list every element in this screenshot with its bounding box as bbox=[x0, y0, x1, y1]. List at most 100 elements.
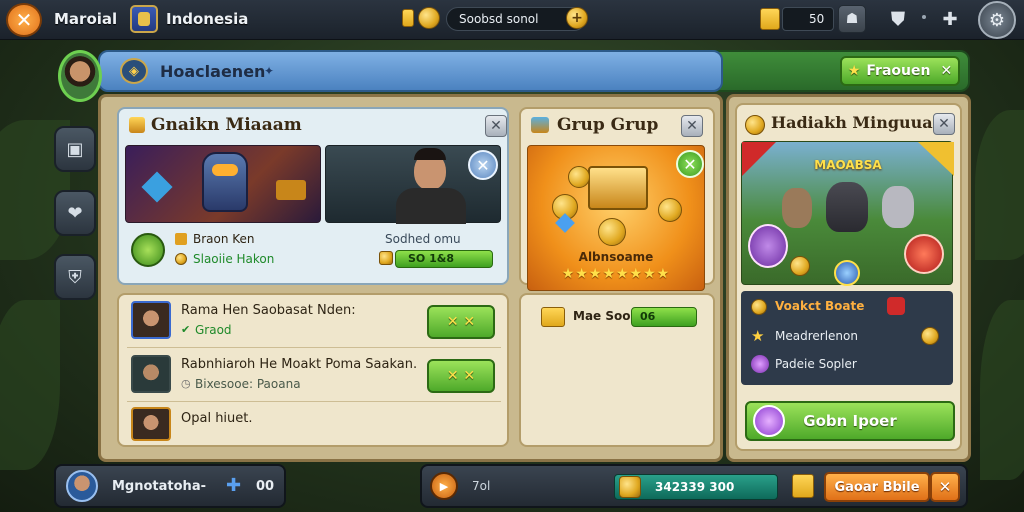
treasure-banner: Albnsoame bbox=[578, 250, 654, 264]
puzzle-piece-icon: ✚ bbox=[226, 475, 242, 496]
quest-claim-button[interactable]: ✕ ✕ bbox=[427, 359, 495, 393]
group-card-title: Grup Grup bbox=[557, 115, 659, 135]
collect-reward-button[interactable]: Gobn Ipoer bbox=[745, 401, 955, 441]
search-text: Soobsd sonol bbox=[459, 12, 539, 26]
pin-icon: ★ bbox=[847, 63, 861, 79]
header-banner: ◈ Hoaclaenen ✦ bbox=[98, 50, 723, 92]
play-icon[interactable]: ▶ bbox=[430, 472, 458, 500]
search-pill[interactable]: Soobsd sonol bbox=[446, 7, 586, 31]
quest-title: Opal hiuet. bbox=[181, 411, 253, 426]
blue-medal-icon bbox=[834, 260, 860, 286]
gold-balance: 342339 300 bbox=[614, 474, 778, 500]
weekly-reward-card: Hadiakh Minguuan ✕ MAOABSA Voakct Boate … bbox=[735, 103, 962, 451]
weekly-banner: MAOABSA bbox=[814, 158, 882, 172]
check-icon: ✔ bbox=[181, 323, 191, 336]
profile-figure-icon[interactable]: ☗ bbox=[838, 5, 866, 33]
quest-title: Rama Hen Saobasat Nden: bbox=[181, 303, 356, 318]
shield-icon[interactable]: ⛊ bbox=[884, 5, 912, 33]
treasure-icon[interactable] bbox=[792, 474, 814, 498]
ticket-icon bbox=[760, 8, 780, 30]
resource-bar: ▶ 7ol 342339 300 Gaoar Bbile ✕ bbox=[420, 464, 968, 508]
close-icon[interactable]: ✕ bbox=[468, 150, 498, 180]
player-name: Mgnotatoha- bbox=[112, 479, 206, 494]
player-progress-value: SO 1&8 bbox=[408, 252, 455, 265]
price-value: 06 bbox=[640, 310, 656, 323]
region-flag-icon[interactable] bbox=[130, 5, 158, 33]
player-progress-bar: SO 1&8 bbox=[395, 250, 493, 268]
gold-coin-icon bbox=[745, 115, 765, 135]
stat-primary: Braon Ken bbox=[193, 232, 255, 246]
weekly-title: Hadiakh Minguuan bbox=[771, 113, 945, 132]
quest-avatar bbox=[131, 301, 171, 339]
key-icon bbox=[402, 9, 414, 27]
price-card: Mae Sooe 06 bbox=[519, 293, 715, 447]
close-icon[interactable]: ✕ bbox=[933, 113, 955, 135]
header-action-label: Fraouen bbox=[866, 63, 931, 79]
gold-coin-icon bbox=[921, 327, 939, 345]
quest-claim-button[interactable]: ✕ ✕ bbox=[427, 305, 495, 339]
gold-coin-icon bbox=[751, 299, 767, 315]
player-mini-avatar bbox=[66, 470, 98, 502]
gold-balance-value: 342339 300 bbox=[655, 480, 735, 494]
currency-value: 50 bbox=[809, 12, 825, 26]
purple-orb-icon bbox=[753, 405, 785, 437]
close-icon[interactable]: ✕ bbox=[6, 3, 42, 37]
player-avatar[interactable] bbox=[58, 50, 102, 102]
divider bbox=[127, 401, 501, 402]
ribbon-left bbox=[742, 142, 776, 176]
reward-label: Meadrerlenon bbox=[775, 329, 858, 343]
guild-shield-icon[interactable]: ⛨ bbox=[54, 254, 96, 300]
header-title: Hoaclaenen bbox=[160, 62, 266, 81]
divider bbox=[127, 347, 501, 348]
close-icon[interactable]: ✕ bbox=[930, 472, 960, 502]
quest-sub: Bixesooe: Paoana bbox=[195, 377, 301, 391]
collect-reward-label: Gobn Ipoer bbox=[803, 412, 897, 430]
purple-gem-icon bbox=[751, 355, 769, 373]
price-bar: 06 bbox=[631, 307, 697, 327]
gold-chest-icon bbox=[541, 307, 565, 327]
gift-icon bbox=[175, 233, 187, 245]
close-icon[interactable]: ✕ bbox=[485, 115, 507, 137]
gold-coin-icon bbox=[418, 7, 440, 29]
compass-badge-icon bbox=[131, 233, 165, 267]
close-icon[interactable]: ✕ bbox=[681, 115, 703, 137]
resource-label: 7ol bbox=[472, 479, 491, 493]
ribbon-right bbox=[918, 142, 954, 176]
main-panel: Gnaikn Miaaam ✕ ✕ Braon Ken Slaoiie Hako… bbox=[98, 94, 723, 462]
quest-avatar bbox=[131, 355, 171, 393]
add-coins-icon[interactable]: + bbox=[566, 7, 588, 29]
header-action-button[interactable]: ★ Fraouen ✕ bbox=[840, 56, 960, 86]
puzzle-icon[interactable]: ✚ bbox=[936, 5, 964, 33]
red-badge-icon bbox=[904, 234, 944, 274]
stat-secondary: Slaoiie Hakon bbox=[193, 252, 275, 266]
close-icon[interactable]: ✕ bbox=[676, 150, 704, 178]
player-count: 00 bbox=[256, 479, 275, 494]
reward-list: Voakct Boate ★ Meadrerlenon Padeie Sople… bbox=[741, 291, 953, 385]
robot-hero-image[interactable] bbox=[125, 145, 321, 223]
purple-shield-icon bbox=[748, 224, 788, 268]
main-action-label: Gaoar Bbile bbox=[834, 479, 920, 495]
player-card[interactable]: Mgnotatoha- ✚ 00 bbox=[54, 464, 286, 508]
quest-title: Rabnhiaroh He Moakt Poma Saakan. bbox=[181, 357, 418, 372]
event-card-title: Gnaikn Miaaam bbox=[151, 115, 302, 135]
game-title: Maroial bbox=[54, 10, 118, 28]
settings-gear-icon[interactable]: ⚙ bbox=[978, 1, 1016, 39]
rating-stars: ★★★★★★★★ bbox=[561, 266, 671, 282]
separator-dot bbox=[922, 15, 926, 19]
treasure-image[interactable]: ✕ Albnsoame ★★★★★★★★ bbox=[527, 145, 705, 291]
quest-list: Rama Hen Saobasat Nden: ✔ Graod ✕ ✕ Rabn… bbox=[117, 293, 509, 447]
quest-sub: Graod bbox=[195, 323, 232, 337]
chest-icon bbox=[531, 117, 549, 133]
gem-icon bbox=[379, 251, 393, 265]
character-portrait-image[interactable]: ✕ bbox=[325, 145, 501, 224]
main-action-button[interactable]: Gaoar Bbile bbox=[824, 472, 930, 502]
inventory-icon[interactable]: ▣ bbox=[54, 126, 96, 172]
region-label: Indonesia bbox=[166, 10, 249, 28]
chat-icon[interactable]: ❤ bbox=[54, 190, 96, 236]
group-card: Grup Grup ✕ ✕ Albnsoame ★★★★★★★★ bbox=[519, 107, 715, 291]
gold-chest-icon bbox=[619, 476, 641, 498]
reward-label: Padeie Sopler bbox=[775, 357, 857, 371]
wolves-image[interactable]: MAOABSA bbox=[741, 141, 954, 286]
quest-avatar bbox=[131, 407, 171, 441]
top-bar: ✕ Maroial Indonesia Soobsd sonol + 50 ☗ … bbox=[0, 0, 1024, 40]
